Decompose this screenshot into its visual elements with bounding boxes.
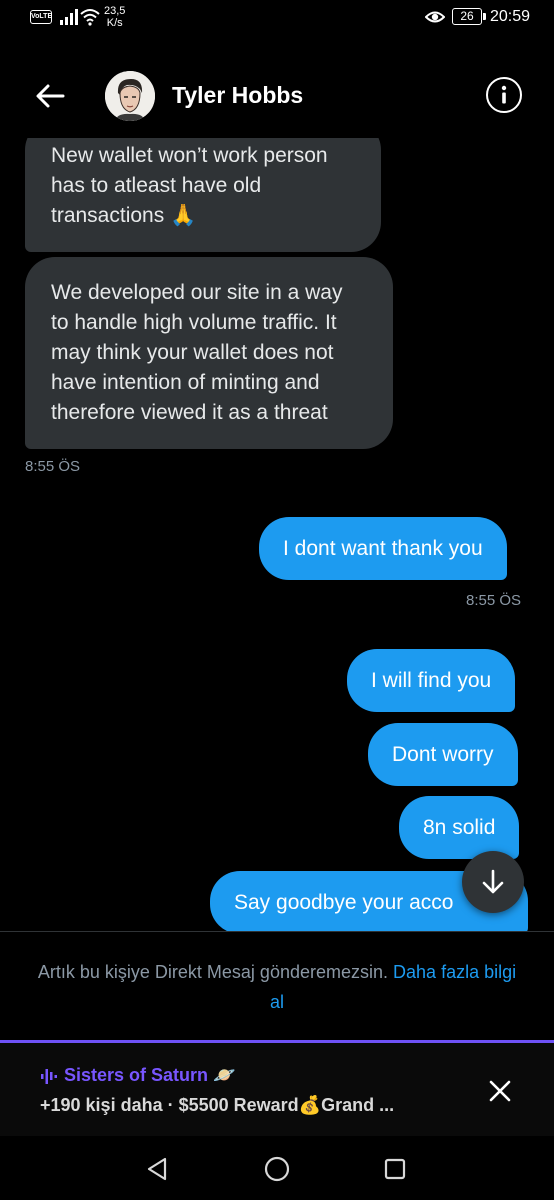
message-line: New wallet won’t work person [51, 144, 328, 167]
status-bar: VoLTE 23,5 K/s 26 20:59 [0, 0, 554, 42]
message-bubble-outgoing[interactable]: I dont want thank you [259, 517, 507, 580]
close-icon [489, 1080, 511, 1102]
nav-back-button[interactable] [142, 1154, 172, 1184]
eye-comfort-icon [425, 11, 445, 23]
close-space-button[interactable] [484, 1075, 516, 1107]
message-line: has to atleast have old [51, 174, 262, 197]
back-button[interactable] [30, 76, 70, 116]
message-line: therefore viewed it as a threat [51, 401, 328, 424]
arrow-left-icon [36, 84, 65, 108]
dm-disabled-notice: Artık bu kişiye Direkt Mesaj gönderemezs… [30, 957, 524, 1017]
contact-name[interactable]: Tyler Hobbs [172, 82, 303, 109]
nav-recents-button[interactable] [380, 1154, 410, 1184]
notice-text: Artık bu kişiye Direkt Mesaj gönderemezs… [37, 962, 389, 982]
message-line: We developed our site in a way [51, 281, 343, 304]
network-speed-value: 23,5 [104, 5, 126, 17]
space-title[interactable]: Sisters of Saturn 🪐 [40, 1065, 235, 1086]
avatar[interactable] [105, 71, 155, 121]
battery-icon: 26 [452, 8, 486, 25]
info-icon [501, 85, 507, 104]
live-audio-icon [41, 1068, 57, 1084]
wifi-icon [80, 9, 100, 26]
message-bubble-outgoing[interactable]: 8n solid [399, 796, 520, 859]
conversation-header: Tyler Hobbs [0, 60, 554, 132]
divider [0, 931, 554, 932]
space-title-text: Sisters of Saturn 🪐 [64, 1065, 236, 1085]
signal-icon [60, 9, 78, 25]
message-bubble-incoming[interactable]: New wallet won’t work person has to atle… [25, 138, 381, 252]
square-recents-icon [384, 1158, 406, 1180]
avatar-illustration [105, 71, 155, 121]
system-navigation-bar [0, 1136, 554, 1200]
message-line: have intention of minting and [51, 371, 320, 394]
info-button[interactable] [486, 77, 522, 113]
triangle-back-icon [147, 1157, 167, 1181]
scroll-to-bottom-button[interactable] [462, 851, 524, 913]
space-subtitle: +190 kişi daha · $5500 Reward💰Grand ... [40, 1095, 395, 1115]
message-line: transactions 🙏 [51, 204, 197, 227]
spaces-dock[interactable]: Sisters of Saturn 🪐 +190 kişi daha · $55… [0, 1040, 554, 1136]
message-bubble-outgoing[interactable]: Dont worry [368, 723, 518, 786]
message-list[interactable]: New wallet won’t work person has to atle… [0, 138, 554, 931]
message-timestamp: 8:55 ÖS [25, 458, 81, 475]
arrow-down-icon [482, 869, 504, 894]
message-timestamp: 8:55 ÖS [466, 592, 522, 609]
message-bubble-incoming[interactable]: We developed our site in a way to handle… [25, 257, 393, 449]
volte-icon: VoLTE [30, 10, 52, 24]
message-bubble-outgoing[interactable]: I will find you [347, 649, 516, 712]
circle-home-icon [264, 1156, 290, 1182]
network-speed-unit: K/s [106, 17, 123, 29]
nav-home-button[interactable] [262, 1154, 292, 1184]
message-line: to handle high volume traffic. It [51, 311, 337, 334]
network-speed: 23,5 K/s [104, 5, 125, 29]
message-line: may think your wallet does not [51, 341, 334, 364]
clock: 20:59 [490, 8, 531, 25]
